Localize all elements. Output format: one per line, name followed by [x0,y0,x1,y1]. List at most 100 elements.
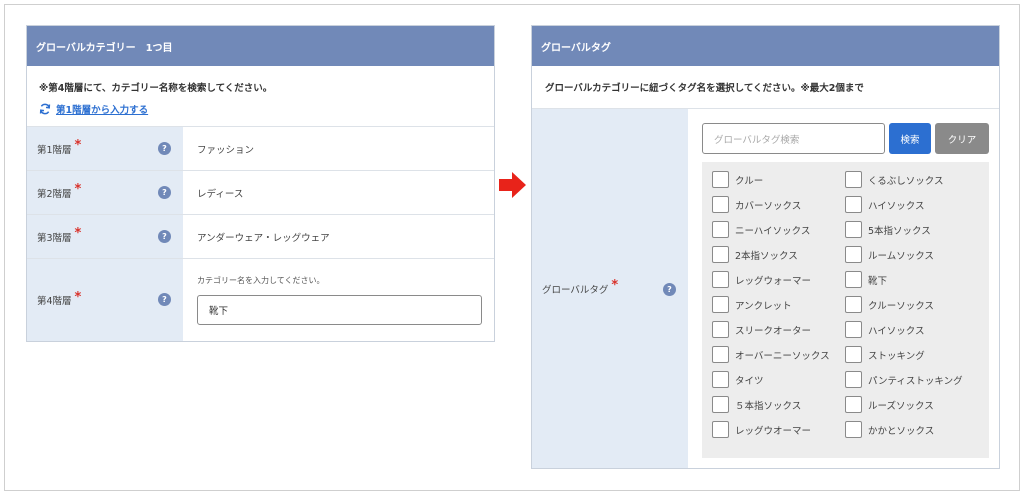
checkbox[interactable] [712,421,729,438]
tag-checkbox-item[interactable]: タイツ [712,371,764,388]
tag-checkbox-label: ハイソックス [868,200,925,212]
tag-checkbox-item[interactable]: ハイソックス [845,196,925,213]
notice-text: ※第4階層にて、カテゴリー名称を検索してください。 [39,83,273,94]
checkbox[interactable] [712,196,729,213]
tag-checkbox-label: レッグウオーマー [735,425,812,437]
input-from-level1-link[interactable]: 第1階層から入力する [56,102,148,116]
tag-checkbox-label: クルー [735,175,764,187]
tag-checkbox-label: ニーハイソックス [735,225,811,237]
category-name-input[interactable]: 靴下 [197,295,482,325]
tag-checkbox-item[interactable]: パンティストッキング [845,371,963,388]
level1-row: 第1階層 * ? ファッション [27,127,494,171]
level4-value-cell: カテゴリー名を入力してください。 靴下 [183,259,494,341]
help-icon[interactable]: ? [158,186,171,199]
checkbox[interactable] [845,271,862,288]
help-icon[interactable]: ? [158,293,171,306]
help-icon[interactable]: ? [158,142,171,155]
tag-checkbox-label: レッグウォーマー [735,275,812,287]
required-mark: * [74,138,82,153]
level4-row: 第4階層 * ? カテゴリー名を入力してください。 靴下 [27,259,494,341]
checkbox[interactable] [712,246,729,263]
checkbox[interactable] [845,396,862,413]
panel-title: グローバルカテゴリー 1つ目 [27,26,494,66]
panel-title: グローバルタグ [532,26,999,66]
tag-checkbox-label: かかとソックス [868,425,935,437]
tag-checkbox-item[interactable]: オーバーニーソックス [712,346,830,363]
tag-checkbox-item[interactable]: ハイソックス [845,321,925,338]
checkbox[interactable] [712,321,729,338]
checkbox[interactable] [845,171,862,188]
checkbox[interactable] [712,221,729,238]
tag-checkbox-item[interactable]: ルームソックス [845,246,934,263]
tag-checkbox-label: 靴下 [868,275,888,287]
tag-checkbox-item[interactable]: ５本指ソックス [712,396,801,413]
tag-checkbox-item[interactable]: レッグウォーマー [712,271,811,288]
tag-checkbox-label: ルームソックス [868,250,934,262]
checkbox[interactable] [845,321,862,338]
tag-checkbox-item[interactable]: 5本指ソックス [845,221,931,238]
tag-search-input[interactable]: グローバルタグ検索 [702,123,885,154]
clear-button[interactable]: クリア [935,123,989,154]
tag-checkbox-label: くるぶしソックス [868,175,944,187]
checkbox[interactable] [712,271,729,288]
level2-label: 第2階層 [37,188,72,200]
level1-value: ファッション [197,144,255,156]
tag-checkbox-item[interactable]: かかとソックス [845,421,934,438]
checkbox[interactable] [845,221,862,238]
tag-checkbox-label: 5本指ソックス [868,225,931,237]
tag-checkbox-label: スリークオーター [735,325,812,337]
tag-checkbox-item[interactable]: レッグウオーマー [712,421,811,438]
checkbox[interactable] [845,346,862,363]
help-icon[interactable]: ? [158,230,171,243]
tag-checkbox-label: ストッキング [868,350,925,362]
tag-checkbox-item[interactable]: カバーソックス [712,196,801,213]
checkbox[interactable] [845,196,862,213]
tag-checkbox-item[interactable]: クルー [712,171,763,188]
tag-checkbox-item[interactable]: クルーソックス [845,296,934,313]
checkbox[interactable] [845,246,862,263]
level3-value: アンダーウェア・レッグウェア [197,232,330,244]
tag-checkbox-label: タイツ [735,375,764,387]
checkbox[interactable] [845,421,862,438]
tag-checkbox-item[interactable]: スリークオーター [712,321,811,338]
tag-checkbox-label: ５本指ソックス [735,400,802,412]
notice-box: ※第4階層にて、カテゴリー名称を検索してください。 第1階層から入力する [27,66,494,127]
tag-checkbox-item[interactable]: アンクレット [712,296,792,313]
tag-checkbox-label: オーバーニーソックス [735,350,830,362]
search-button[interactable]: 検索 [889,123,931,154]
level4-label: 第4階層 [37,296,72,307]
tag-label-cell: グローバルタグ * ? [532,109,688,468]
global-tag-panel: グローバルタグ グローバルカテゴリーに紐づくタグ名を選択してください。※最大2個… [531,25,1000,469]
checkbox[interactable] [845,296,862,313]
tag-checkbox-label: アンクレット [735,300,792,312]
refresh-icon [39,103,51,115]
tag-checkbox-item[interactable]: 靴下 [845,271,887,288]
required-mark: * [611,278,619,293]
level1-label-cell: 第1階層 * ? [27,127,183,170]
required-mark: * [74,289,82,305]
level2-label-cell: 第2階層 * ? [27,171,183,214]
level3-row: 第3階層 * ? アンダーウェア・レッグウェア [27,215,494,259]
checkbox[interactable] [712,346,729,363]
tag-body: グローバルタグ検索 検索 クリア クルーカバーソックスニーハイソックス 2本指ソッ… [688,109,999,468]
checkbox[interactable] [712,371,729,388]
tag-checkbox-list: クルーカバーソックスニーハイソックス 2本指ソックスレッグウォーマー アンクレットス… [702,162,989,458]
tag-checkbox-item[interactable]: 2本指ソックス [712,246,798,263]
checkbox[interactable] [712,296,729,313]
tag-checkbox-item[interactable]: くるぶしソックス [845,171,944,188]
checkbox[interactable] [712,396,729,413]
tag-checkbox-item[interactable]: ニーハイソックス [712,221,810,238]
checkbox[interactable] [845,371,862,388]
tag-instruction: グローバルカテゴリーに紐づくタグ名を選択してください。※最大2個まで [532,66,999,109]
level2-row: 第2階層 * ? レディース [27,171,494,215]
tag-checkbox-item[interactable]: ルーズソックス [845,396,934,413]
tag-label: グローバルタグ [542,284,609,296]
checkbox[interactable] [712,171,729,188]
required-mark: * [74,182,82,197]
tag-checkbox-label: クルーソックス [868,300,934,312]
help-icon[interactable]: ? [663,283,676,296]
tag-checkbox-label: 2本指ソックス [735,250,798,262]
level2-value: レディース [197,188,244,200]
global-category-panel: グローバルカテゴリー 1つ目 ※第4階層にて、カテゴリー名称を検索してください。… [26,25,495,342]
tag-checkbox-item[interactable]: ストッキング [845,346,925,363]
